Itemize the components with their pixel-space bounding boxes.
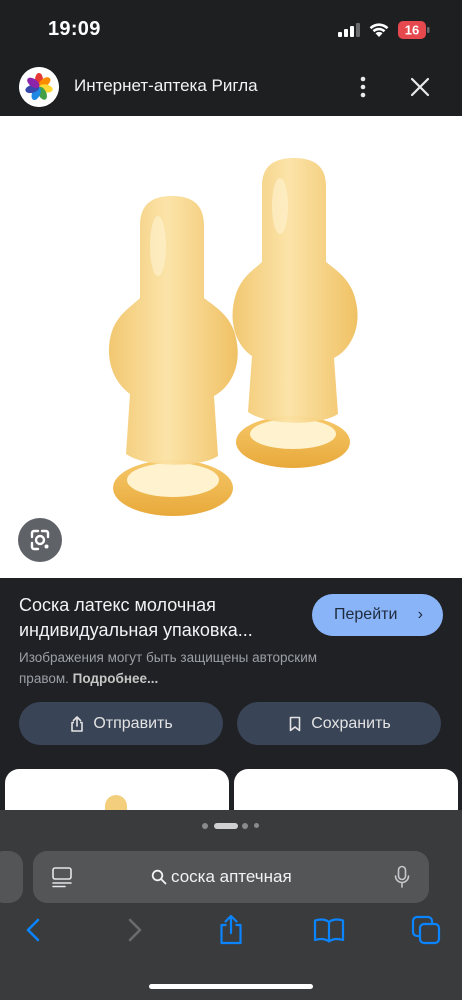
close-icon[interactable] (405, 72, 435, 102)
cellular-signal-icon (338, 23, 360, 37)
back-icon[interactable] (18, 914, 50, 946)
battery-level: 16 (405, 23, 419, 38)
forward-icon[interactable] (118, 914, 150, 946)
product-title[interactable]: Соска латекс молочная индивидуальная упа… (19, 593, 304, 643)
go-to-site-button[interactable]: Перейти › (312, 594, 443, 636)
google-lens-icon (30, 529, 50, 551)
site-header: Интернет-аптека Ригла (0, 58, 462, 116)
save-button-label: Сохранить (311, 714, 391, 732)
home-indicator[interactable] (149, 984, 313, 989)
microphone-icon[interactable] (393, 865, 411, 889)
baby-teats-photo (108, 158, 358, 516)
product-image[interactable] (0, 116, 462, 578)
site-logo[interactable] (19, 67, 59, 107)
page-dot (242, 823, 248, 829)
status-time: 19:09 (48, 18, 101, 40)
address-search[interactable]: соска аптечная (151, 866, 292, 888)
more-vert-icon[interactable] (352, 72, 374, 102)
chevron-right-icon: › (417, 606, 423, 623)
status-bar: 19:09 16 (0, 0, 462, 58)
address-bar[interactable]: соска аптечная (33, 851, 429, 903)
previous-tab-peek[interactable] (0, 851, 23, 903)
battery-icon: 16 (398, 21, 430, 39)
go-button-label: Перейти (334, 606, 398, 623)
search-icon (151, 869, 167, 885)
tab-page-indicator (200, 822, 270, 830)
tabs-icon[interactable] (410, 914, 442, 946)
save-button[interactable]: Сохранить (237, 702, 441, 745)
site-title[interactable]: Интернет-аптека Ригла (74, 76, 258, 96)
page-dot (254, 823, 259, 828)
learn-more-link[interactable]: Подробнее... (73, 671, 159, 686)
result-info-panel: Соска латекс молочная индивидуальная упа… (0, 578, 462, 829)
page-dot (202, 823, 208, 829)
browser-toolbar (0, 914, 462, 954)
bookmarks-icon[interactable] (313, 914, 345, 946)
page-menu-icon[interactable] (51, 866, 73, 888)
page-dot-active (214, 823, 238, 829)
google-lens-button[interactable] (18, 518, 62, 562)
share-icon[interactable] (215, 914, 247, 946)
wifi-icon (369, 23, 389, 37)
share-button-label: Отправить (93, 714, 173, 732)
bookmark-icon (289, 716, 301, 731)
copyright-notice: Изображения могут быть защищены авторски… (19, 647, 364, 689)
share-button[interactable]: Отправить (19, 702, 223, 745)
copyright-text: Изображения могут быть защищены авторски… (19, 650, 318, 686)
browser-bottom-bar: соска аптечная (0, 810, 462, 1000)
share-icon (71, 715, 84, 732)
address-text[interactable]: соска аптечная (171, 867, 292, 887)
